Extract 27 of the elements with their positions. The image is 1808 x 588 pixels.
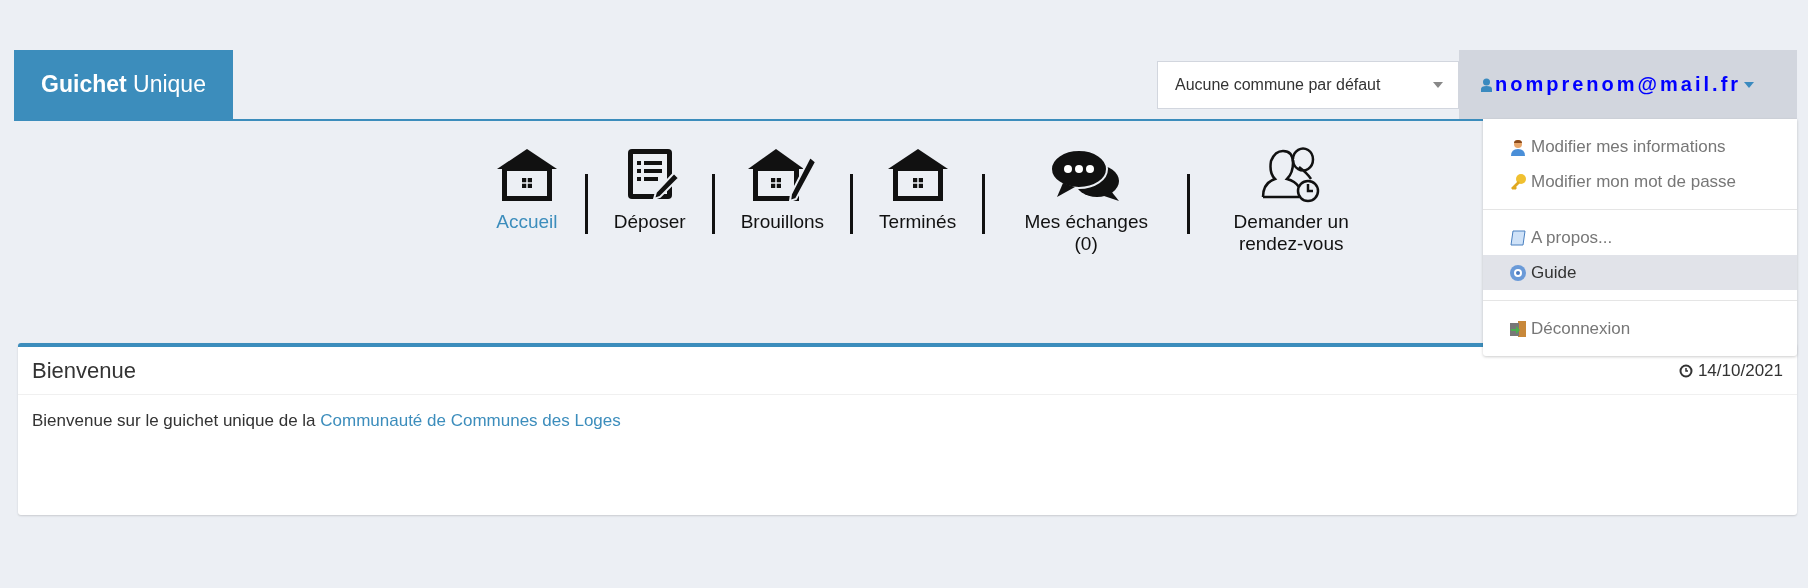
- door-icon: [1509, 319, 1527, 338]
- nav-item[interactable]: Demander un rendez-vous: [1190, 147, 1393, 255]
- person-icon: [1509, 137, 1527, 156]
- menu-item[interactable]: Modifier mes informations: [1483, 129, 1797, 164]
- commune-select[interactable]: Aucune commune par défaut: [1157, 60, 1459, 109]
- menu-item[interactable]: A propos...: [1483, 220, 1797, 255]
- brand-title[interactable]: Guichet Unique: [14, 50, 233, 119]
- clock-icon: [1678, 363, 1693, 378]
- caret-icon: [1433, 81, 1443, 88]
- user-menu-button[interactable]: nomprenom@mail.fr: [1459, 50, 1797, 119]
- card-title: Bienvenue: [32, 357, 136, 384]
- community-link[interactable]: Communauté de Communes des Loges: [320, 411, 621, 430]
- nav-item[interactable]: Brouillons: [714, 147, 851, 233]
- nav-item[interactable]: Déposer: [587, 147, 712, 233]
- welcome-text: Bienvenue sur le guichet unique de la Communauté de Communes des Loges: [32, 411, 622, 431]
- document-icon: [1509, 228, 1527, 247]
- caret-icon: [1744, 81, 1755, 88]
- nav-item[interactable]: Terminés: [853, 147, 983, 233]
- date-value: 14/10/2021: [1697, 360, 1783, 381]
- help-icon: [1509, 263, 1527, 282]
- nav-item[interactable]: Accueil: [468, 147, 585, 233]
- menu-item[interactable]: Déconnexion: [1483, 311, 1797, 346]
- nav-item[interactable]: Mes échanges (0): [985, 147, 1188, 255]
- menu-item[interactable]: Guide: [1483, 255, 1797, 290]
- menu-item[interactable]: Modifier mon mot de passe: [1483, 164, 1797, 199]
- person-icon: [1481, 77, 1492, 92]
- key-icon: [1509, 172, 1527, 191]
